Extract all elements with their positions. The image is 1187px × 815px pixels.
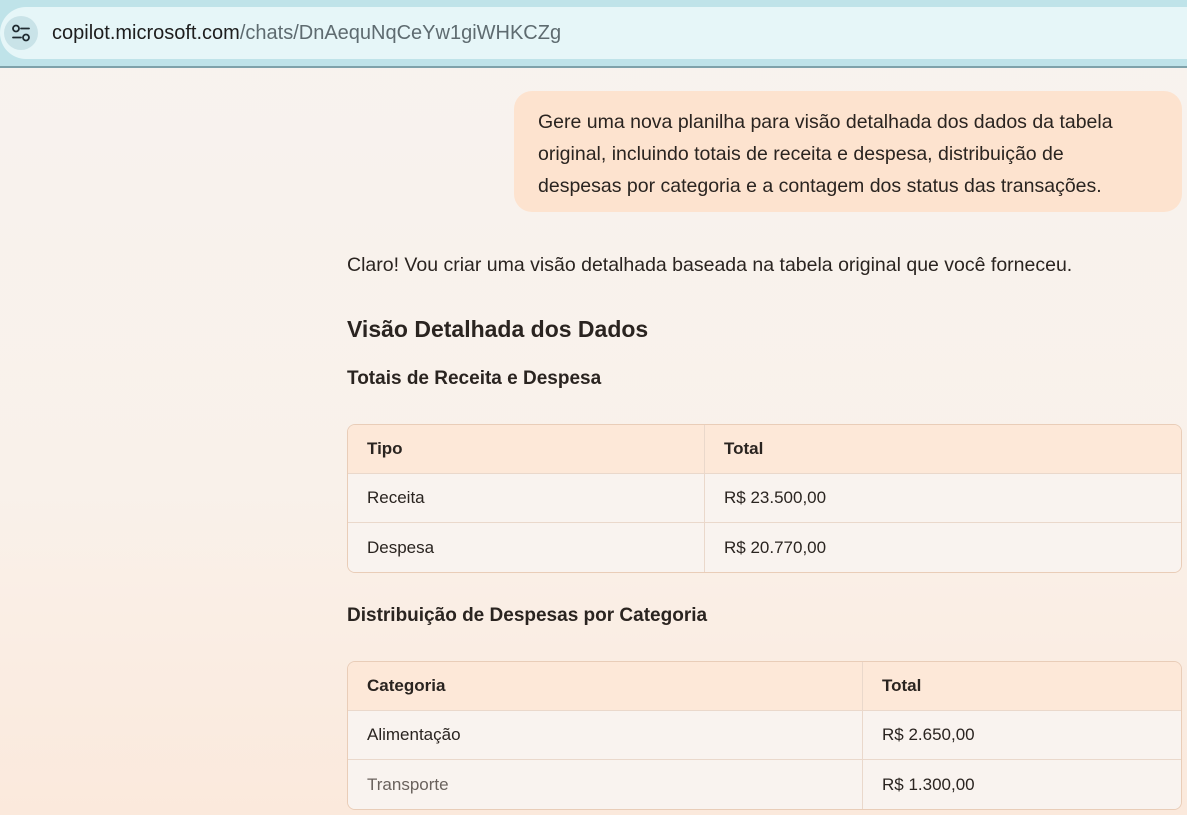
table-row: Alimentação R$ 2.650,00 <box>348 711 1181 760</box>
user-message-line: original, incluindo totais de receita e … <box>538 143 1064 165</box>
url-host: copilot.microsoft.com <box>52 21 240 44</box>
section-title-totals: Totais de Receita e Despesa <box>347 368 602 389</box>
response-heading: Visão Detalhada dos Dados <box>347 316 649 342</box>
tune-settings-icon[interactable] <box>4 16 38 50</box>
totals-table: Tipo Total Receita R$ 23.500,00 Despesa … <box>347 424 1182 573</box>
table-row: Transporte R$ 1.300,00 <box>348 760 1181 809</box>
column-header: Categoria <box>348 662 862 711</box>
table-row: Receita R$ 23.500,00 <box>348 474 1181 523</box>
table-row: Despesa R$ 20.770,00 <box>348 523 1181 572</box>
url-text[interactable]: copilot.microsoft.com/chats/DnAequNqCeYw… <box>52 22 561 45</box>
table-cell: Receita <box>348 474 704 523</box>
table-cell: Alimentação <box>348 711 862 760</box>
category-table: Categoria Total Alimentação R$ 2.650,00 … <box>347 661 1182 810</box>
table-cell: R$ 2.650,00 <box>862 711 1181 760</box>
url-path: /chats/DnAequNqCeYw1giWHKCZg <box>239 21 562 44</box>
column-header: Total <box>862 662 1181 711</box>
table-header-row: Tipo Total <box>348 425 1181 474</box>
table-header-row: Categoria Total <box>348 662 1181 711</box>
column-header: Total <box>704 425 1181 474</box>
response-intro: Claro! Vou criar uma visão detalhada bas… <box>347 254 1073 276</box>
table-cell: R$ 1.300,00 <box>862 760 1181 809</box>
table-cell: Transporte <box>348 760 862 809</box>
user-message-line: despesas por categoria e a contagem dos … <box>538 175 1102 197</box>
section-title-categories: Distribuição de Despesas por Categoria <box>347 605 708 626</box>
user-message-line: Gere uma nova planilha para visão detalh… <box>538 111 1113 133</box>
url-field[interactable]: copilot.microsoft.com/chats/DnAequNqCeYw… <box>0 7 1187 59</box>
user-message-bubble: Gere uma nova planilha para visão detalh… <box>514 91 1182 212</box>
table-cell: R$ 23.500,00 <box>704 474 1181 523</box>
browser-address-bar: copilot.microsoft.com/chats/DnAequNqCeYw… <box>0 0 1187 68</box>
table-cell: R$ 20.770,00 <box>704 523 1181 572</box>
column-header: Tipo <box>348 425 704 474</box>
table-cell: Despesa <box>348 523 704 572</box>
